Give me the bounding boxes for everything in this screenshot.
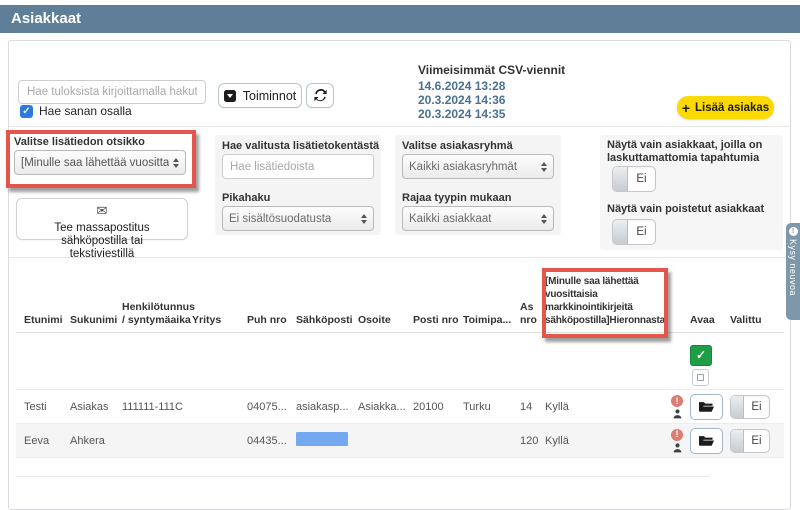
customer-group-select[interactable]: Kaikki asiakasryhmät — [402, 154, 554, 179]
col-header-puh-nro: Puh nro — [247, 314, 296, 327]
cell-posti-nro: 20100 — [413, 401, 463, 413]
sync-icon — [314, 89, 327, 102]
type-filter-label: Rajaa tyypin mukaan — [402, 192, 511, 204]
select-arrows-icon — [173, 158, 179, 168]
cell-sahkoposti: asiakasp... — [296, 401, 358, 413]
caret-square-down-icon — [224, 90, 236, 102]
extra-info-search-input[interactable] — [222, 154, 374, 179]
page-title: Asiakkaat — [0, 5, 800, 33]
csv-exports: Viimeisimmät CSV-viennit 14.6.2024 13:28… — [418, 63, 565, 121]
cell-as-nro: 120 — [520, 435, 545, 447]
toggle-knob — [613, 220, 628, 244]
help-tab[interactable]: ! Kysy neuvoa — [786, 223, 800, 320]
select-all-button[interactable]: ✓ — [690, 345, 712, 366]
col-header-osoite: Osoite — [358, 314, 413, 327]
search-input[interactable] — [18, 80, 206, 104]
toggle-knob — [731, 430, 744, 452]
warning-circle-icon: ! — [671, 395, 683, 407]
divider — [16, 476, 710, 477]
divider — [9, 257, 790, 258]
folder-open-icon — [699, 401, 714, 413]
cell-toimipaikka: Turku — [463, 401, 520, 413]
csv-export-link[interactable]: 20.3.2024 14:36 — [418, 93, 565, 107]
cell-etunimi: Eeva — [24, 435, 70, 447]
checkbox-empty-icon — [697, 374, 704, 381]
unbilled-toggle-label: Näytä vain asiakkaat, joilla on laskutta… — [607, 139, 779, 165]
cell-osoite: Asiakka... — [358, 401, 413, 413]
select-arrows-icon — [361, 214, 367, 224]
extra-info-title-label: Valitse lisätiedon otsikko — [14, 136, 145, 148]
mass-mail-button[interactable]: ✉ Tee massapostitus sähköpostilla tai te… — [16, 198, 188, 240]
help-tab-label: Kysy neuvoa — [788, 239, 798, 296]
csv-export-link[interactable]: 20.3.2024 14:35 — [418, 107, 565, 121]
actions-button[interactable]: Toiminnot — [218, 83, 302, 108]
partial-word-option: ✓ Hae sanan osalla — [20, 104, 132, 118]
select-all-checkbox[interactable] — [692, 369, 709, 386]
cell-sukunimi: Ahkera — [70, 435, 122, 447]
open-customer-button[interactable] — [690, 394, 723, 420]
cell-marketing: Kyllä — [545, 435, 664, 447]
type-filter-select[interactable]: Kaikki asiakkaat — [402, 206, 554, 231]
col-header-etunimi: Etunimi — [24, 314, 70, 327]
select-arrows-icon — [541, 214, 547, 224]
col-header-posti-nro: Posti nro — [413, 314, 463, 327]
toggle-knob — [613, 167, 628, 191]
quick-search-select[interactable]: Ei sisältösuodatusta — [222, 206, 374, 231]
warning-circle-icon: ! — [671, 429, 683, 441]
csv-export-link[interactable]: 14.6.2024 13:28 — [418, 79, 565, 93]
user-icon — [672, 442, 683, 453]
selected-toggle[interactable]: Ei — [730, 395, 770, 419]
cell-etunimi: Testi — [24, 401, 70, 413]
folder-open-icon — [699, 435, 714, 447]
plus-icon: + — [682, 101, 690, 115]
col-header-marketing: [Minulle saa lähettää vuosittaisia markk… — [545, 275, 664, 327]
redacted-email-highlight — [296, 432, 348, 446]
quick-search-label: Pikahaku — [222, 192, 270, 204]
col-header-yritys: Yritys — [192, 314, 247, 327]
cell-marketing: Kyllä — [545, 401, 664, 413]
col-header-avaa: Avaa — [690, 314, 730, 327]
toggle-knob — [731, 396, 744, 418]
unbilled-toggle[interactable]: Ei — [612, 166, 656, 192]
refresh-button[interactable] — [306, 83, 334, 108]
col-header-sahkoposti: Sähköposti — [296, 314, 358, 327]
cell-sukunimi: Asiakas — [70, 401, 122, 413]
col-header-valittu: Valittu — [730, 314, 784, 327]
table-header-row: Etunimi Sukunimi Henkilötunnus / syntymä… — [16, 262, 784, 333]
table-row[interactable]: Testi Asiakas 111111-111C 04075... asiak… — [16, 391, 784, 424]
col-header-as-nro: As nro — [520, 301, 545, 327]
table-row[interactable]: Eeva Ahkera 04435... 120 Kyllä ! Ei — [16, 424, 784, 458]
info-icon: ! — [789, 227, 798, 236]
deleted-toggle-label: Näytä vain poistetut asiakkaat — [607, 203, 779, 216]
add-customer-button[interactable]: + Lisää asiakas — [677, 96, 774, 119]
divider — [9, 126, 790, 127]
envelope-icon: ✉ — [97, 203, 108, 218]
partial-word-label: Hae sanan osalla — [39, 104, 132, 118]
deleted-toggle[interactable]: Ei — [612, 219, 656, 245]
user-icon — [672, 408, 683, 419]
customer-group-label: Valitse asiakasryhmä — [402, 140, 513, 152]
cell-puh-nro: 04435... — [247, 435, 296, 447]
col-header-toimipaikka: Toimipa... — [463, 314, 520, 327]
open-customer-button[interactable] — [690, 428, 723, 454]
selected-toggle[interactable]: Ei — [730, 429, 770, 453]
cell-henkilotunnus: 111111-111C — [122, 401, 192, 413]
col-header-sukunimi: Sukunimi — [70, 314, 122, 327]
extra-info-search-label: Hae valitusta lisätietokentästä — [222, 140, 379, 152]
cell-puh-nro: 04075... — [247, 401, 296, 413]
cell-as-nro: 14 — [520, 401, 545, 413]
partial-word-checkbox[interactable]: ✓ — [20, 105, 33, 118]
col-header-henkilotunnus: Henkilötunnus / syntymäaika — [122, 301, 192, 327]
extra-info-title-select[interactable]: [Minulle saa lähettää vuosittaisia — [14, 150, 186, 175]
select-arrows-icon — [541, 162, 547, 172]
csv-exports-title: Viimeisimmät CSV-viennit — [418, 63, 565, 77]
select-all-row: ✓ — [16, 334, 784, 390]
cell-sahkoposti — [296, 432, 358, 449]
